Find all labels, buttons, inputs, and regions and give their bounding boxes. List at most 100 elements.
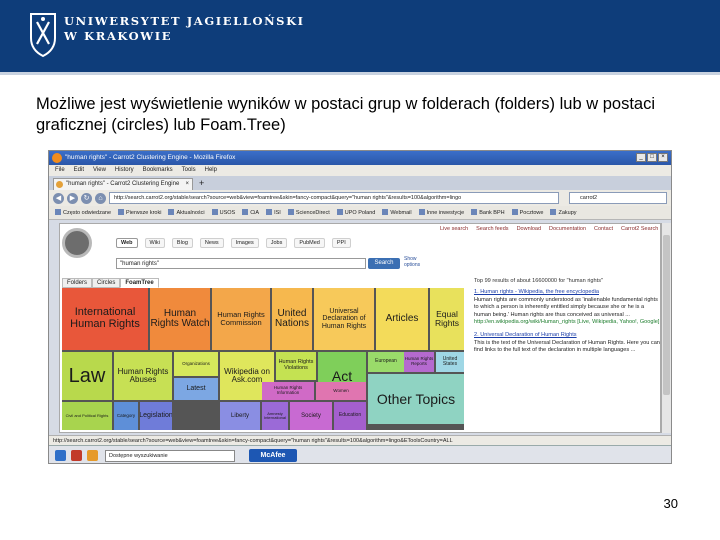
bookmark-item[interactable]: CiA (242, 206, 259, 219)
source-tab-news[interactable]: News (199, 238, 224, 248)
menu-history[interactable]: History (115, 165, 134, 176)
cluster-cell[interactable]: Category (114, 402, 138, 430)
cluster-cell[interactable]: Organizations (174, 352, 218, 376)
header-divider (0, 72, 720, 75)
bookmark-item[interactable]: USOS (212, 206, 236, 219)
results-summary: Top 99 results of about 16600000 for "hu… (474, 278, 603, 284)
mcafee-button[interactable]: McAfee (249, 449, 297, 462)
cluster-cell[interactable]: Law (62, 352, 112, 400)
cluster-cell[interactable]: Liberty (220, 402, 260, 430)
view-tab-folders[interactable]: Folders (62, 278, 93, 288)
show-options-link[interactable]: Show options (404, 256, 426, 268)
search-button[interactable]: Search (368, 258, 400, 269)
top-link[interactable]: Contact (594, 226, 613, 232)
cluster-cell[interactable]: Articles (376, 288, 428, 350)
bookmark-item[interactable]: ScienceDirect (288, 206, 330, 219)
cluster-cell[interactable]: Universal Declaration of Human Rights (314, 288, 374, 350)
browser-search-input[interactable]: carrot2 (569, 192, 667, 204)
page-number: 30 (663, 496, 678, 511)
tab-carrot2[interactable]: "human rights" - Carrot2 Clustering Engi… (53, 178, 193, 190)
browser-screenshot: "human rights" - Carrot2 Clustering Engi… (48, 150, 672, 464)
menu-file[interactable]: File (55, 165, 65, 176)
cluster-cell[interactable]: Civil and Political Rights (62, 402, 112, 430)
source-tab-jobs[interactable]: Jobs (265, 238, 288, 248)
cluster-cell[interactable]: Women (316, 382, 366, 400)
maximize-button[interactable]: □ (647, 153, 657, 162)
new-tab-button[interactable]: + (199, 177, 204, 189)
start-icon[interactable] (55, 450, 66, 461)
menu-edit[interactable]: Edit (74, 165, 84, 176)
tab-label: "human rights" - Carrot2 Clustering Engi… (66, 181, 180, 187)
app-icon[interactable] (87, 450, 98, 461)
bookmark-item[interactable]: UPO Poland (337, 206, 376, 219)
source-tabs: Web Wiki Blog News Images Jobs PubMed PP… (116, 238, 351, 248)
university-name: UNIWERSYTET JAGIELLOŃSKI W KRAKOWIE (64, 14, 305, 44)
forward-icon[interactable]: ▶ (67, 193, 78, 204)
url-field[interactable]: http://search.carrot2.org/stable/search?… (109, 192, 559, 204)
query-input[interactable]: "human rights" (116, 258, 366, 269)
source-tab-wiki[interactable]: Wiki (144, 238, 165, 248)
top-link[interactable]: Documentation (549, 226, 586, 232)
source-tab-pubmed[interactable]: PubMed (294, 238, 325, 248)
cluster-cell[interactable]: Human Rights Commission (212, 288, 270, 350)
cluster-cell[interactable]: Human Rights Information (262, 382, 314, 400)
bookmark-item[interactable]: Zakupy (550, 206, 576, 219)
bookmark-item[interactable]: Inne inwestycje (419, 206, 465, 219)
cluster-cell[interactable]: European (368, 352, 404, 372)
menu-view[interactable]: View (93, 165, 106, 176)
close-button[interactable]: × (658, 153, 668, 162)
cluster-cell[interactable]: Amnesty International (262, 402, 288, 430)
result-snippet: This is the text of the Universal Declar… (474, 339, 660, 354)
bookmark-item[interactable]: Bank BPH (471, 206, 504, 219)
view-tab-circles[interactable]: Circles (92, 278, 121, 288)
result-title[interactable]: 1. Human rights - Wikipedia, the free en… (474, 289, 660, 296)
menu-bookmarks[interactable]: Bookmarks (143, 165, 173, 176)
cluster-cell[interactable]: Human Rights Reports (404, 352, 434, 372)
result-item: 1. Human rights - Wikipedia, the free en… (474, 289, 660, 326)
view-tab-foamtree[interactable]: FoamTree (120, 278, 159, 288)
top-link[interactable]: Live search (440, 226, 468, 232)
back-icon[interactable]: ◀ (53, 193, 64, 204)
cluster-cell[interactable]: Other Topics (368, 374, 464, 424)
home-icon[interactable]: ⌂ (95, 193, 106, 204)
result-url[interactable]: http://en.wikipedia.org/wiki/Human_right… (474, 319, 660, 326)
cluster-cell[interactable]: International Human Rights (62, 288, 148, 350)
page-scrollbar[interactable] (661, 223, 671, 433)
cluster-cell[interactable]: Human Rights Violations (276, 352, 316, 380)
top-link[interactable]: Download (517, 226, 541, 232)
bookmark-item[interactable]: ISI (266, 206, 281, 219)
cluster-cell[interactable]: Equal Rights (430, 288, 464, 350)
cluster-cell[interactable]: United Nations (272, 288, 312, 350)
tab-close-icon[interactable]: × (185, 179, 189, 190)
university-name-line2: W KRAKOWIE (64, 29, 173, 43)
scrollbar-thumb[interactable] (663, 235, 670, 395)
cluster-cell[interactable]: Society (290, 402, 332, 430)
cluster-cell[interactable]: Human Rights Watch (150, 288, 210, 350)
cluster-cell[interactable]: United States (436, 352, 464, 372)
top-link[interactable]: Search feeds (476, 226, 508, 232)
university-header: UNIWERSYTET JAGIELLOŃSKI W KRAKOWIE (0, 0, 720, 72)
source-tab-ppi[interactable]: PPI (331, 238, 351, 248)
app-icon[interactable] (71, 450, 82, 461)
bookmark-item[interactable]: Aktualności (168, 206, 204, 219)
result-title[interactable]: 2. Universal Declaration of Human Rights (474, 332, 660, 339)
cluster-cell[interactable]: Education (334, 402, 366, 430)
bookmark-item[interactable]: Pocztowe (512, 206, 544, 219)
cluster-cell[interactable]: Latest (174, 378, 218, 400)
bookmark-item[interactable]: Webmail (382, 206, 411, 219)
cluster-cell[interactable]: Legislation (140, 402, 172, 430)
results-panel: Top 99 results of about 16600000 for "hu… (474, 278, 660, 428)
top-link[interactable]: Carrot2 Search (621, 226, 658, 232)
taskbar-search-input[interactable]: Dostępne wyszukiwanie (105, 450, 235, 462)
source-tab-web[interactable]: Web (116, 238, 138, 248)
source-tab-blog[interactable]: Blog (171, 238, 193, 248)
source-tab-images[interactable]: Images (230, 238, 259, 248)
carrot-favicon-icon (56, 181, 63, 188)
bookmark-item[interactable]: Często odwiedzane (55, 206, 111, 219)
minimize-button[interactable]: _ (636, 153, 646, 162)
menu-tools[interactable]: Tools (182, 165, 196, 176)
reload-icon[interactable]: ↻ (81, 193, 92, 204)
bookmark-item[interactable]: Pierwsze kroki (118, 206, 161, 219)
menu-help[interactable]: Help (205, 165, 217, 176)
cluster-cell[interactable]: Human Rights Abuses (114, 352, 172, 400)
